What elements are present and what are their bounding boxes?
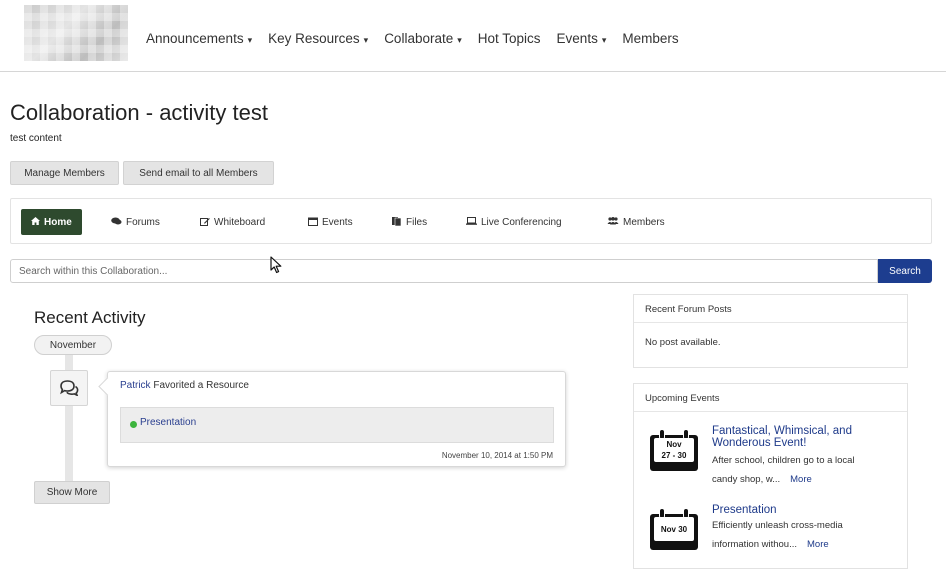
activity-user-link[interactable]: Patrick xyxy=(120,380,151,391)
event-item: Nov 27 - 30 Fantastical, Whimsical, and … xyxy=(650,425,900,495)
nav-collaborate[interactable]: Collaborate ▾ xyxy=(384,31,462,46)
calendar-icon: Nov 30 xyxy=(650,508,698,550)
caret-down-icon: ▾ xyxy=(601,35,607,45)
status-dot xyxy=(130,421,137,428)
event-description: After school, children go to a local xyxy=(712,455,855,466)
month-label: November xyxy=(34,335,112,355)
recent-activity-title: Recent Activity xyxy=(34,308,146,327)
mouse-cursor-icon xyxy=(270,256,284,279)
event-days: 27 - 30 xyxy=(661,451,687,460)
event-month: Nov xyxy=(666,440,682,449)
event-item: Nov 30 Presentation Efficiently unleash … xyxy=(650,504,900,564)
event-more-link[interactable]: More xyxy=(790,474,812,485)
event-date: Nov 30 xyxy=(660,525,688,534)
empty-state: No post available. xyxy=(645,337,721,348)
panel-title: Recent Forum Posts xyxy=(634,295,907,323)
page-title: Collaboration - activity test xyxy=(10,100,268,125)
activity-card: Patrick Favorited a Resource Presentatio… xyxy=(107,371,566,467)
tab-live-conferencing[interactable]: Live Conferencing xyxy=(466,209,562,235)
calendar-icon: Nov 27 - 30 xyxy=(650,429,698,471)
comments-icon xyxy=(111,217,122,227)
nav-announcements[interactable]: Announcements ▾ xyxy=(146,31,252,46)
caret-down-icon: ▾ xyxy=(247,35,253,45)
nav-hot-topics[interactable]: Hot Topics xyxy=(478,31,541,46)
tab-forums[interactable]: Forums xyxy=(111,209,160,235)
calendar-icon xyxy=(308,217,318,228)
files-icon xyxy=(392,216,402,228)
panel-title: Upcoming Events xyxy=(634,384,907,412)
collaboration-search: Search xyxy=(10,259,932,283)
home-icon xyxy=(31,217,40,227)
event-description: candy shop, w... More xyxy=(712,474,812,485)
search-button[interactable]: Search xyxy=(878,259,932,283)
event-description: information withou... More xyxy=(712,539,829,550)
resource-link[interactable]: Presentation xyxy=(140,417,196,428)
send-email-button[interactable]: Send email to all Members xyxy=(123,161,274,185)
tab-events[interactable]: Events xyxy=(308,209,353,235)
event-more-link[interactable]: More xyxy=(807,539,829,550)
nav-members[interactable]: Members xyxy=(622,31,678,46)
event-description: Efficiently unleash cross-media xyxy=(712,520,843,531)
laptop-icon xyxy=(466,217,477,227)
page-subtitle: test content xyxy=(10,133,62,144)
recent-forum-posts-panel: Recent Forum Posts No post available. xyxy=(633,294,908,368)
comments-icon xyxy=(50,370,88,406)
search-input[interactable] xyxy=(10,259,878,283)
event-title-link[interactable]: Fantastical, Whimsical, and Wonderous Ev… xyxy=(712,425,892,449)
tab-home[interactable]: Home xyxy=(21,209,82,235)
caret-down-icon: ▾ xyxy=(363,35,369,45)
tab-whiteboard[interactable]: Whiteboard xyxy=(200,209,265,235)
activity-headline: Patrick Favorited a Resource xyxy=(120,380,249,391)
collaboration-tabs: Home Forums Whiteboard Events Files Live… xyxy=(10,198,932,244)
site-logo[interactable] xyxy=(24,5,128,61)
show-more-button[interactable]: Show More xyxy=(34,481,110,504)
main-menu: Announcements ▾ Key Resources ▾ Collaborat… xyxy=(146,31,695,46)
activity-action: Favorited a Resource xyxy=(150,380,249,391)
manage-members-button[interactable]: Manage Members xyxy=(10,161,119,185)
top-navbar: Announcements ▾ Key Resources ▾ Collaborat… xyxy=(0,0,946,72)
activity-timestamp: November 10, 2014 at 1:50 PM xyxy=(441,451,553,460)
upcoming-events-panel: Upcoming Events Nov 27 - 30 Fantastical,… xyxy=(633,383,908,569)
nav-events[interactable]: Events ▾ xyxy=(557,31,607,46)
activity-resource: Presentation xyxy=(120,407,554,443)
edit-icon xyxy=(200,217,210,228)
tab-files[interactable]: Files xyxy=(392,209,427,235)
tab-members[interactable]: Members xyxy=(607,209,665,235)
users-icon xyxy=(607,217,619,227)
event-title-link[interactable]: Presentation xyxy=(712,504,892,516)
nav-key-resources[interactable]: Key Resources ▾ xyxy=(268,31,368,46)
caret-down-icon: ▾ xyxy=(457,35,462,45)
